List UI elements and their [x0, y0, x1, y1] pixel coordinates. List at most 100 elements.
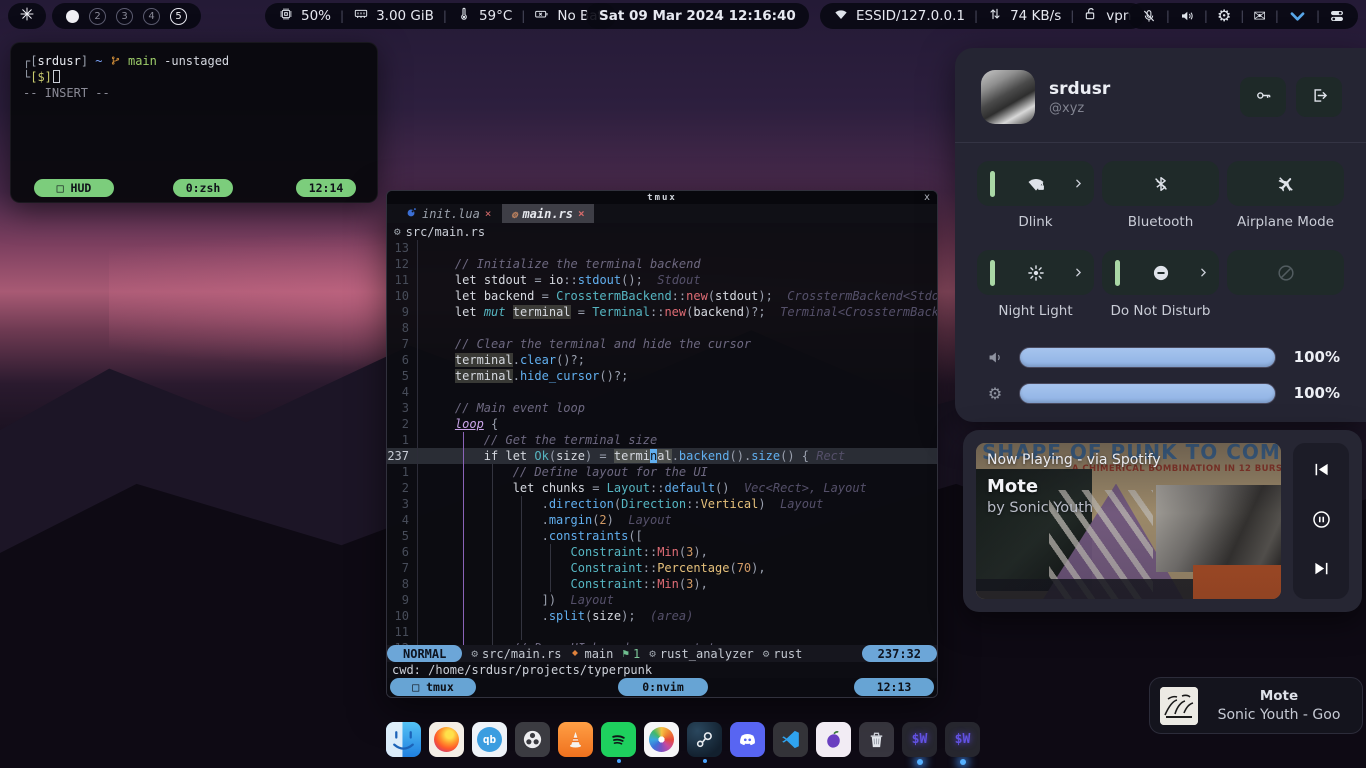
code-line[interactable]: 6 terminal.clear()?;: [387, 352, 937, 368]
obs-icon[interactable]: [515, 722, 550, 757]
code-line[interactable]: 5 .constraints([: [387, 528, 937, 544]
indent-guide: [550, 544, 551, 592]
close-window-button[interactable]: x: [924, 192, 930, 203]
workspace-switcher: 2345: [52, 3, 201, 29]
code-line[interactable]: 4 .margin(2) Layout: [387, 512, 937, 528]
airplane-mode-toggle[interactable]: [1227, 161, 1344, 206]
tmux-session-hud[interactable]: □ HUD: [34, 179, 114, 197]
skip-previous-button[interactable]: [1311, 459, 1332, 484]
clock[interactable]: Sat 09 Mar 2024 12:16:40: [586, 3, 809, 29]
lock-keys-button[interactable]: [1240, 77, 1286, 117]
volume-slider[interactable]: [1019, 347, 1276, 368]
close-tab-icon[interactable]: ×: [578, 207, 585, 220]
chevron-right-icon[interactable]: [1072, 266, 1085, 279]
code-line[interactable]: 8: [387, 320, 937, 336]
terminal-window[interactable]: ┌[srdusr] ~ main -unstaged └[$] -- INSER…: [10, 42, 378, 203]
code-line[interactable]: 5 terminal.hide_cursor()?;: [387, 368, 937, 384]
toggle-label: Do Not Disturb: [1110, 303, 1210, 319]
code-line[interactable]: 8 Constraint::Min(3),: [387, 576, 937, 592]
code-line[interactable]: 10 .split(size); (area): [387, 608, 937, 624]
qbittorrent-icon[interactable]: qb: [472, 722, 507, 757]
code-line[interactable]: 1 // Define layout for the UI: [387, 464, 937, 480]
dock-spacer: [746, 759, 750, 763]
pause-circle-button[interactable]: [1311, 509, 1332, 534]
dock-item-spotify: [601, 722, 636, 765]
logout-button[interactable]: [1296, 77, 1342, 117]
chevron-right-icon[interactable]: [1072, 177, 1085, 190]
workspace-4[interactable]: 4: [143, 8, 160, 25]
code-line[interactable]: 11: [387, 624, 937, 640]
workspace-1[interactable]: [66, 10, 79, 23]
tab-main-rs[interactable]: ⚙ main.rs ×: [502, 204, 593, 223]
chevron-down-icon[interactable]: [1288, 7, 1307, 26]
cursor-position-badge: 237:32: [862, 645, 937, 662]
volume-icon[interactable]: [1179, 8, 1195, 24]
workspace-2[interactable]: 2: [89, 8, 106, 25]
code-line-current[interactable]: 237 if let Ok(size) = terminal.backend()…: [387, 448, 937, 464]
code-line[interactable]: 6 Constraint::Min(3),: [387, 544, 937, 560]
notification-album-thumb: [1160, 687, 1198, 725]
line-number: 4: [387, 512, 417, 528]
code-line[interactable]: 2 loop {: [387, 416, 937, 432]
tab-init-lua[interactable]: init.lua ×: [397, 204, 500, 223]
tmux-window-nvim[interactable]: 0:nvim: [618, 678, 708, 696]
line-number: 11: [387, 272, 417, 288]
line-number: 9: [387, 592, 417, 608]
code-line[interactable]: 7 // Clear the terminal and hide the cur…: [387, 336, 937, 352]
vscode-icon[interactable]: [773, 722, 808, 757]
code-line[interactable]: 12 // Initialize the terminal backend: [387, 256, 937, 272]
sw-terminal-2-icon[interactable]: $W: [945, 722, 980, 757]
photos-icon[interactable]: [644, 722, 679, 757]
code-line[interactable]: 3 // Main event loop: [387, 400, 937, 416]
speaker-icon: [985, 348, 1005, 367]
code-line[interactable]: 9 ]) Layout: [387, 592, 937, 608]
code-line[interactable]: 11 let stdout = io::stdout(); Stdout: [387, 272, 937, 288]
night-light-toggle[interactable]: [977, 250, 1094, 295]
code-line[interactable]: 10 let backend = CrosstermBackend::new(s…: [387, 288, 937, 304]
logout-icon: [1310, 86, 1329, 109]
rust-gear-icon: ⚙: [394, 225, 401, 238]
dock-item-photos: [644, 722, 679, 765]
ram-usage: 3.00 GiB: [376, 8, 434, 24]
dlink-toggle[interactable]: [977, 161, 1094, 206]
launcher-button[interactable]: [8, 3, 46, 29]
workspace-3[interactable]: 3: [116, 8, 133, 25]
blocked-toggle[interactable]: [1227, 250, 1344, 295]
workspace-5[interactable]: 5: [170, 8, 187, 25]
brightness-slider[interactable]: [1019, 383, 1276, 404]
sw-terminal-1-icon[interactable]: $W: [902, 722, 937, 757]
trash-icon[interactable]: [859, 722, 894, 757]
steam-icon[interactable]: [687, 722, 722, 757]
code-line[interactable]: 9 let mut terminal = Terminal::new(backe…: [387, 304, 937, 320]
code-line[interactable]: 7 Constraint::Percentage(70),: [387, 560, 937, 576]
skip-next-button[interactable]: [1311, 558, 1332, 583]
toggles-icon[interactable]: [1329, 8, 1345, 24]
toggle-label: Airplane Mode: [1237, 214, 1334, 230]
vlc-icon[interactable]: [558, 722, 593, 757]
spotify-icon[interactable]: [601, 722, 636, 757]
network-speed: 74 KB/s: [1010, 8, 1061, 24]
prompt-git-state: -unstaged: [164, 54, 229, 68]
editor-window[interactable]: tmux x init.lua × ⚙ main.rs × ⚙ src/main…: [386, 190, 938, 698]
close-tab-icon[interactable]: ×: [485, 207, 492, 220]
plum-icon[interactable]: [816, 722, 851, 757]
code-editor[interactable]: 1312 // Initialize the terminal backend1…: [387, 240, 937, 645]
finder-icon[interactable]: [386, 722, 421, 757]
code-line[interactable]: 1 // Get the terminal size: [387, 432, 937, 448]
tmux-session-indicator[interactable]: □ tmux: [390, 678, 476, 696]
do-not-disturb-toggle[interactable]: [1102, 250, 1219, 295]
settings-icon[interactable]: ⚙: [1217, 8, 1231, 24]
code-line[interactable]: 3 .direction(Direction::Vertical) Layout: [387, 496, 937, 512]
mic-muted-icon[interactable]: [1141, 8, 1157, 24]
discord-icon[interactable]: [730, 722, 765, 757]
code-line[interactable]: 13: [387, 240, 937, 256]
code-line[interactable]: 4: [387, 384, 937, 400]
firefox-icon[interactable]: [429, 722, 464, 757]
volume-slider-row: 100%: [985, 339, 1340, 375]
chevron-right-icon[interactable]: [1197, 266, 1210, 279]
tmux-window-zsh[interactable]: 0:zsh: [173, 179, 233, 197]
mail-icon[interactable]: ✉: [1253, 9, 1266, 24]
bluetooth-toggle[interactable]: [1102, 161, 1219, 206]
dock-item-sw-terminal-2: $W: [945, 722, 980, 765]
code-line[interactable]: 2 let chunks = Layout::default() Vec<Rec…: [387, 480, 937, 496]
